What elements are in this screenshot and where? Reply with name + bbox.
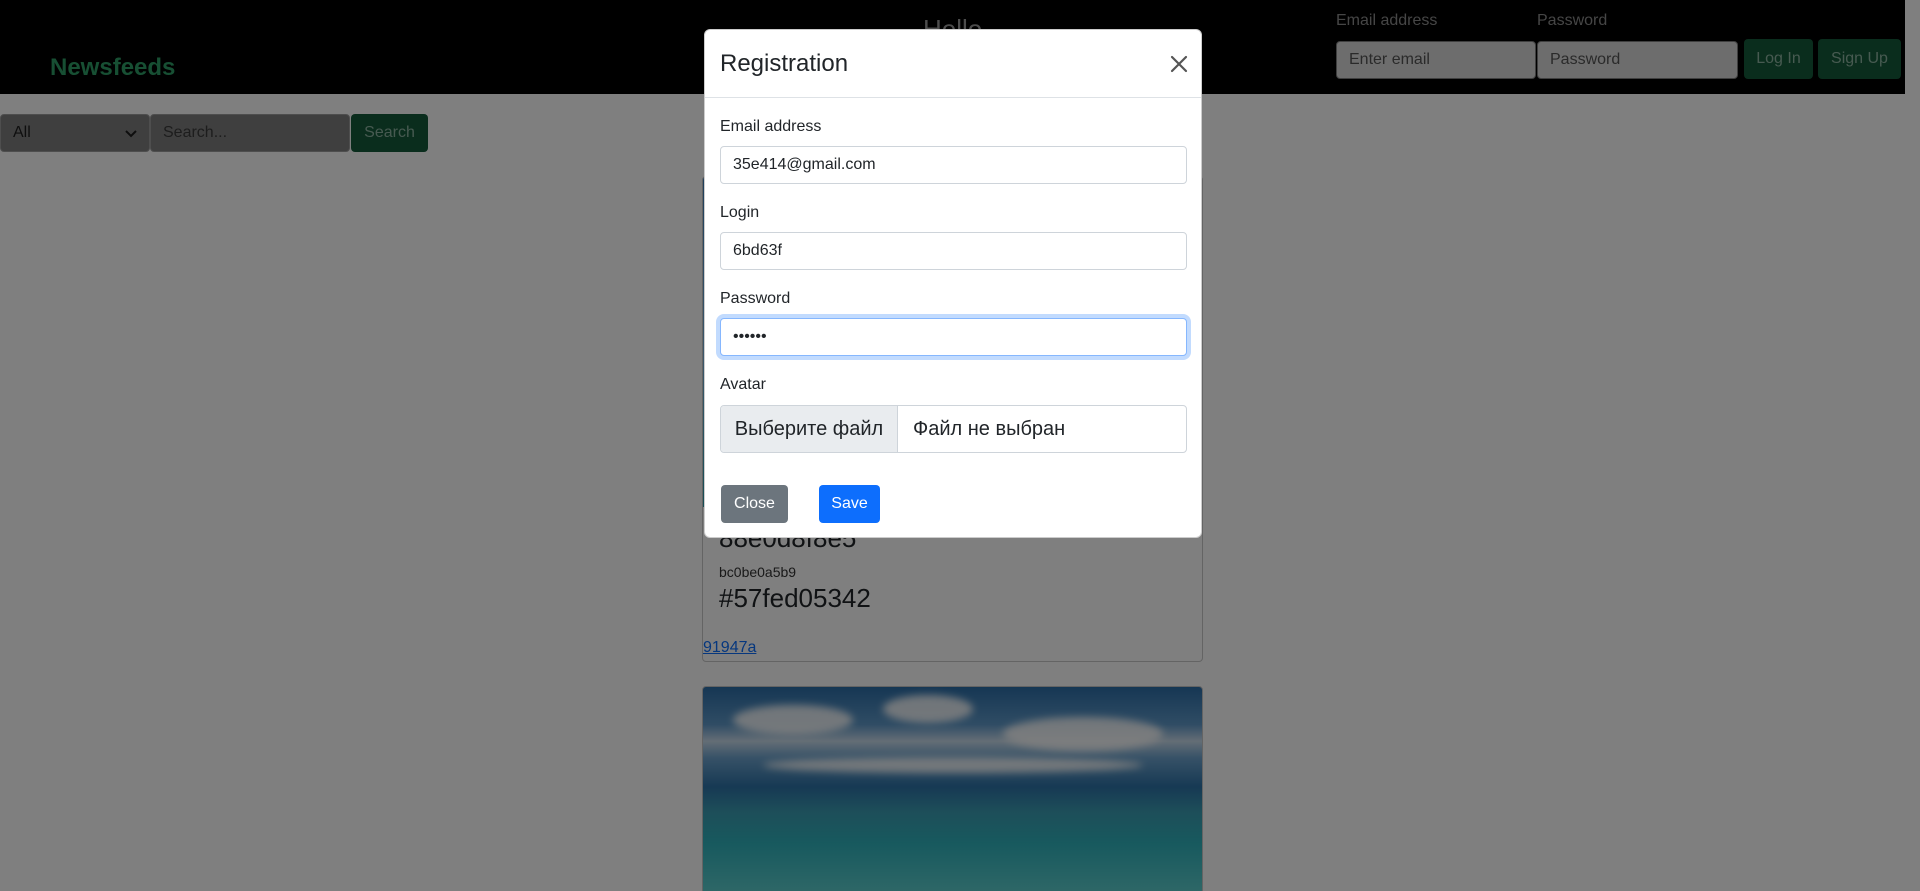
email-label: Email address (720, 118, 822, 135)
close-icon[interactable] (1166, 51, 1192, 77)
login-label: Login (720, 204, 760, 221)
save-button[interactable]: Save (819, 485, 880, 523)
password-label: Password (720, 290, 791, 307)
avatar-label: Avatar (720, 376, 766, 393)
registration-modal: Registration Email address 35e414@gmail.… (704, 29, 1202, 538)
login-field[interactable]: 6bd63f (720, 232, 1187, 270)
modal-title: Registration (720, 50, 849, 77)
close-button[interactable]: Close (721, 485, 788, 523)
email-field[interactable]: 35e414@gmail.com (720, 146, 1187, 184)
file-status-text: Файл не выбран (913, 417, 1066, 440)
avatar-file-input[interactable]: Выберите файл Файл не выбран (720, 405, 1187, 453)
modal-header: Registration (705, 30, 1201, 98)
choose-file-button[interactable]: Выберите файл (721, 406, 898, 452)
password-field[interactable]: •••••• (720, 318, 1187, 356)
